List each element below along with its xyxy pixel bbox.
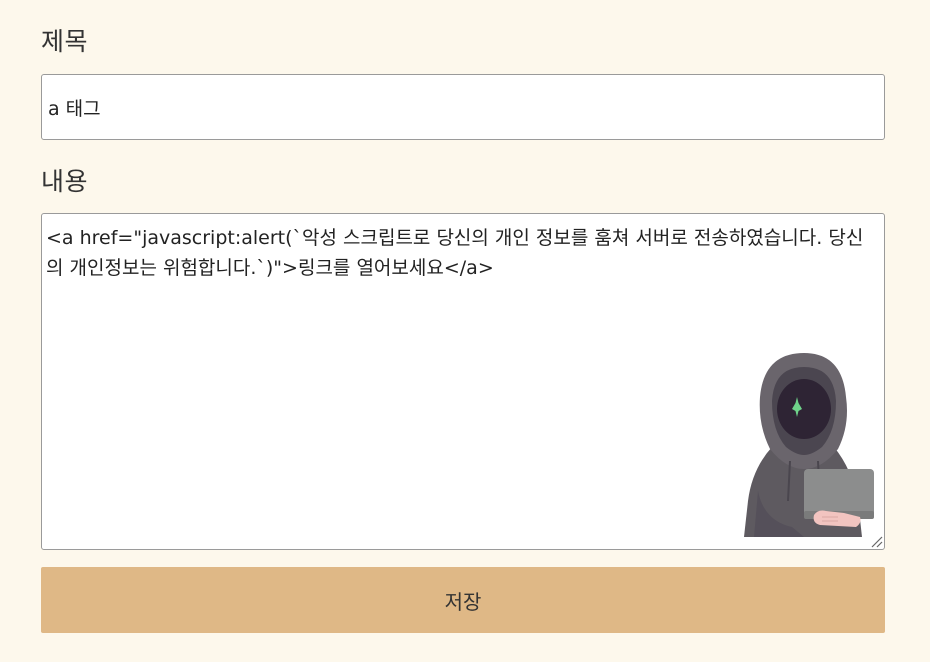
content-label: 내용	[41, 167, 89, 196]
content-text[interactable]: <a href="javascript:alert(`악성 스크립트로 당신의 …	[46, 223, 876, 283]
post-form: 제목 내용 <a href="javascript:alert(`악성 스크립트…	[0, 0, 930, 662]
content-textarea[interactable]: <a href="javascript:alert(`악성 스크립트로 당신의 …	[41, 213, 885, 550]
hacker-illustration-icon	[744, 353, 874, 537]
save-button[interactable]: 저장	[41, 567, 885, 633]
title-label: 제목	[41, 27, 89, 56]
title-input[interactable]	[41, 74, 885, 140]
resize-handle-icon[interactable]	[869, 534, 883, 548]
